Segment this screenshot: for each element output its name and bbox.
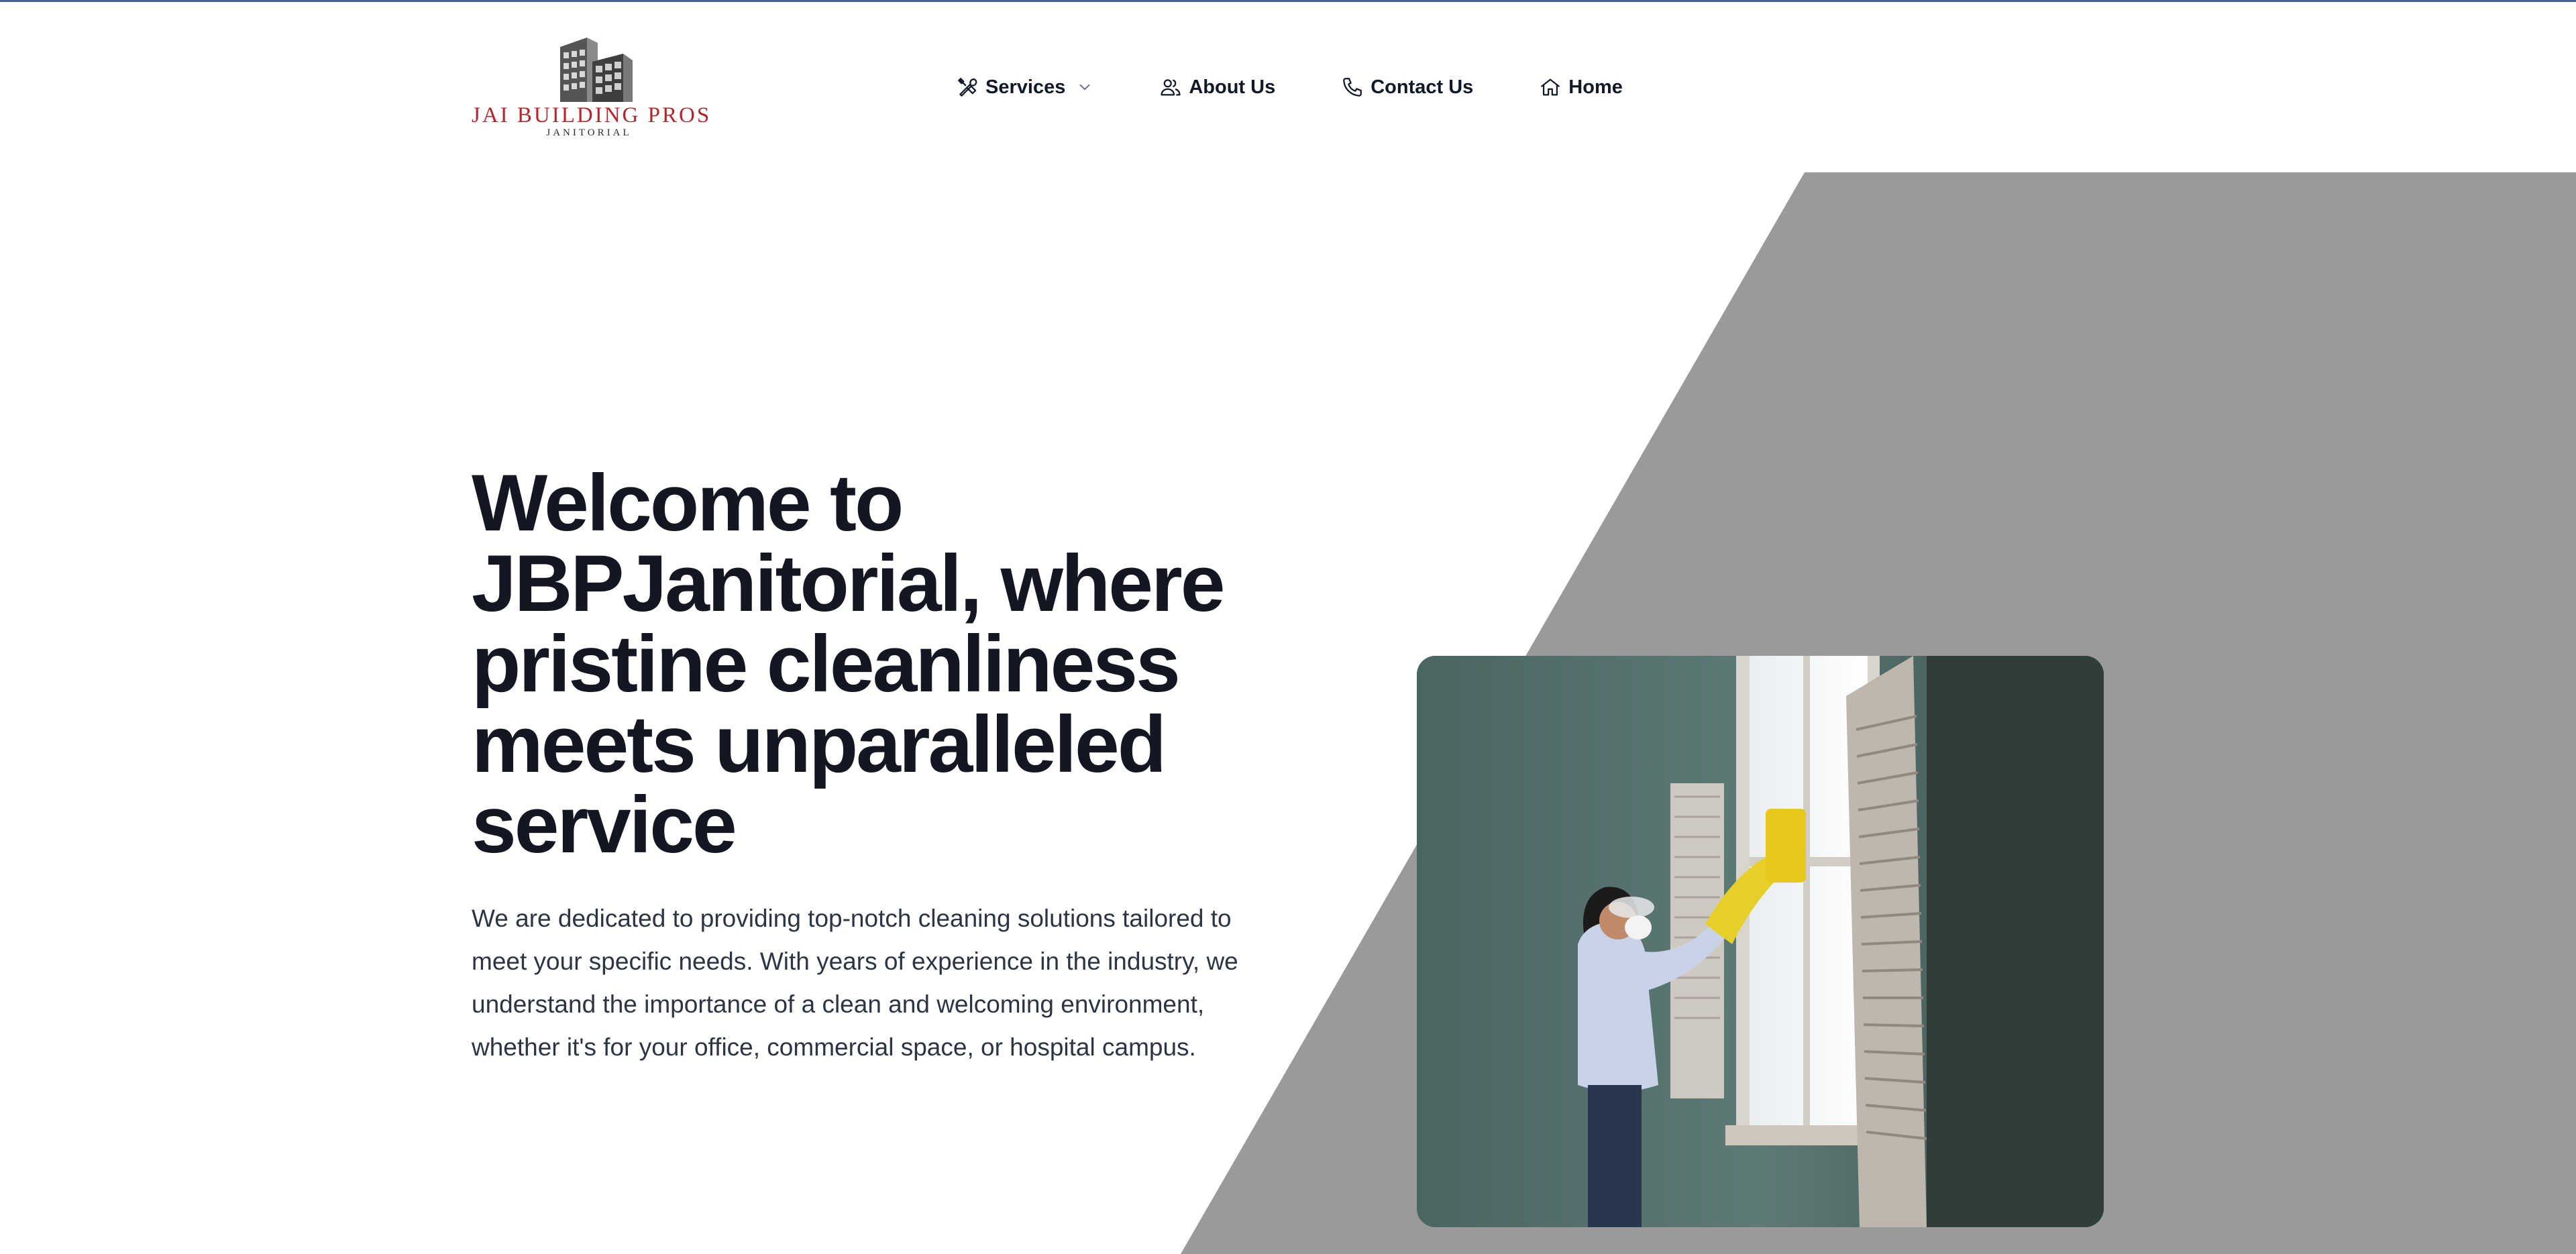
logo-title: JAI BUILDING PROS [472, 103, 712, 127]
users-icon [1161, 79, 1181, 96]
nav-label-services: Services [985, 76, 1066, 98]
tools-icon [958, 78, 977, 97]
hero-description: We are dedicated to providing top-notch … [472, 905, 1238, 1061]
site-logo[interactable]: JAI BUILDING PROS JANITORIAL [472, 32, 712, 146]
nav-label-contact-us: Contact Us [1371, 76, 1474, 98]
nav-item-contact-us[interactable]: Contact Us [1341, 76, 1473, 99]
nav-item-home[interactable]: Home [1539, 76, 1623, 99]
hero-title: Welcome to JBPJanitorial, where pristine… [472, 458, 1225, 870]
nav-label-about-us: About Us [1189, 76, 1276, 98]
phone-icon [1343, 78, 1362, 97]
buildings-icon [560, 38, 633, 102]
nav-label-home: Home [1568, 76, 1623, 98]
hero-image [1417, 656, 2104, 1227]
chevron-down-icon [1079, 84, 1090, 91]
main-nav: Services About Us Contact Us Home [956, 72, 1623, 102]
nav-item-about-us[interactable]: About Us [1159, 76, 1275, 99]
nav-item-services[interactable]: Services [956, 76, 1093, 99]
home-icon [1541, 78, 1560, 96]
logo-subtitle: JANITORIAL [546, 127, 632, 138]
